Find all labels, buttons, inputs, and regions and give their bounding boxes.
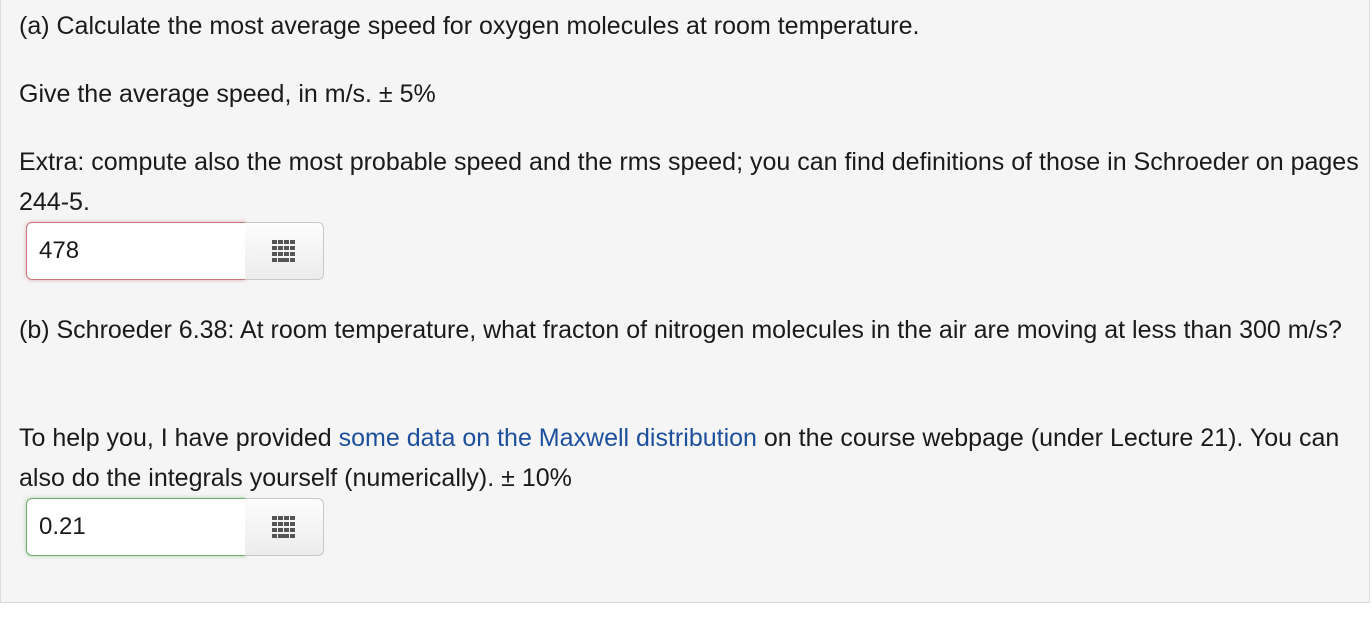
- part-b-answer-input[interactable]: [26, 498, 246, 556]
- part-a-keypad-button[interactable]: [245, 222, 324, 280]
- keypad-icon: [272, 240, 295, 262]
- maxwell-distribution-link[interactable]: some data on the Maxwell distribution: [339, 424, 757, 452]
- part-b-question: (b) Schroeder 6.38: At room temperature,…: [19, 316, 1342, 344]
- part-a-question: (a) Calculate the most average speed for…: [19, 12, 920, 40]
- part-b-keypad-button[interactable]: [245, 498, 324, 556]
- part-a-extra: Extra: compute also the most probable sp…: [19, 148, 1359, 216]
- part-a-answer-input[interactable]: [26, 222, 246, 280]
- part-a-instruction: Give the average speed, in m/s. ± 5%: [19, 80, 436, 108]
- question-panel: (a) Calculate the most average speed for…: [0, 0, 1370, 603]
- part-b-help-prefix: To help you, I have provided: [19, 424, 339, 452]
- part-b-help-text: To help you, I have provided some data o…: [19, 418, 1359, 498]
- keypad-icon: [272, 516, 295, 538]
